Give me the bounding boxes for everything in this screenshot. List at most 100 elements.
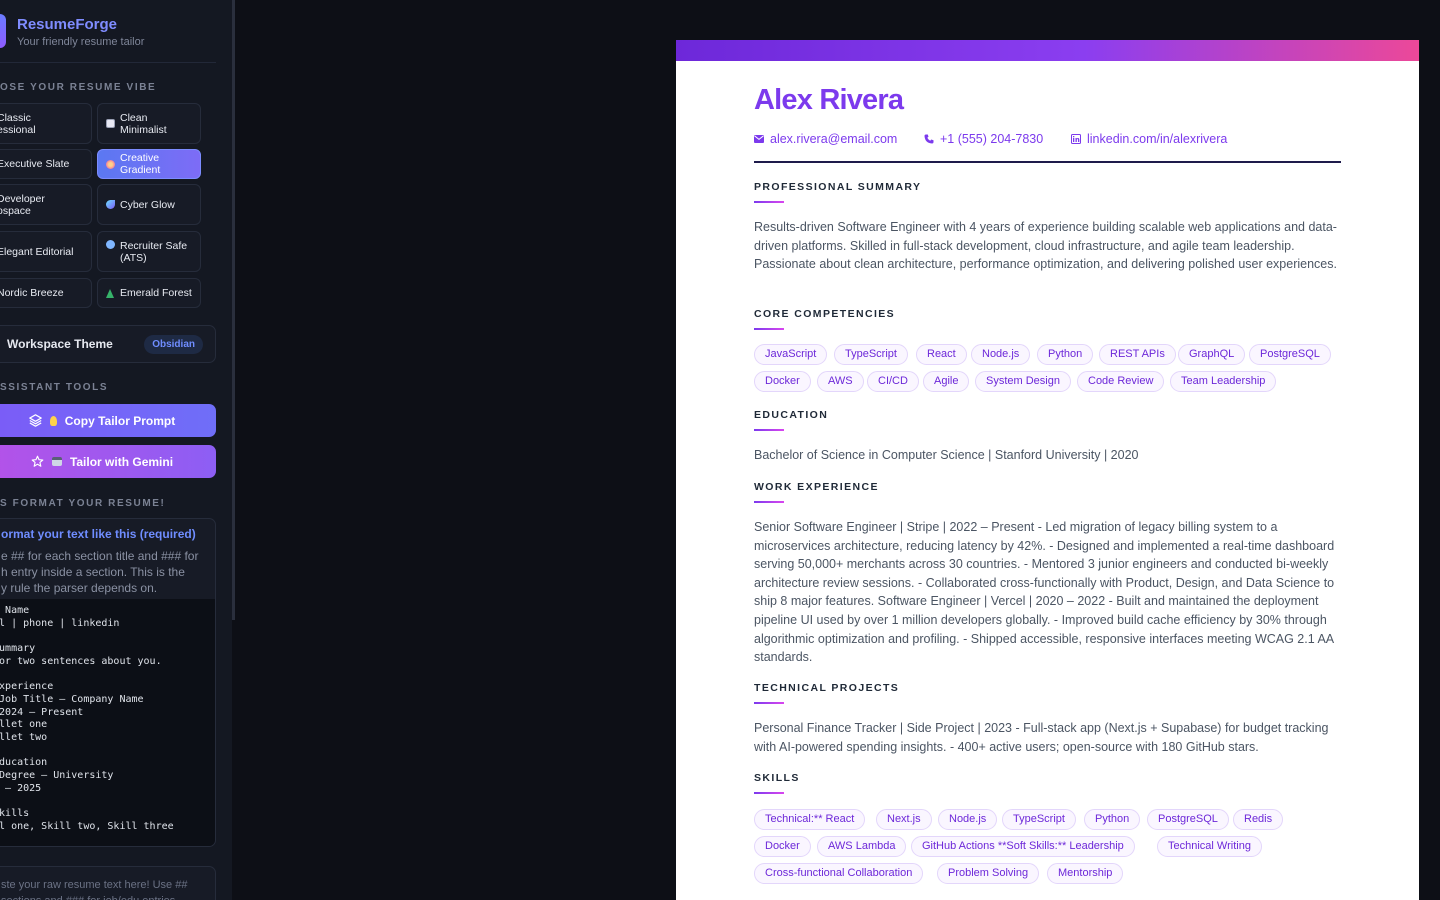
summary-text: Results-driven Software Engineer with 4 …	[754, 220, 1337, 272]
vibe-cyber-glow[interactable]: Cyber Glow	[97, 184, 201, 225]
tree-icon	[106, 288, 114, 298]
lightbulb-icon	[49, 415, 57, 426]
vibe-section-label: OSE YOUR RESUME VIBE	[0, 82, 157, 93]
competency-chip: JavaScript	[754, 344, 828, 365]
competency-chip: PostgreSQL	[1249, 344, 1331, 365]
skill-chip: Mentorship	[1047, 863, 1124, 884]
vibe-label: Recruiter Safe (ATS)	[120, 239, 188, 264]
work-underline	[754, 501, 784, 503]
competency-chip: GraphQL	[1178, 344, 1246, 365]
vibe-label: Developer ospace	[0, 192, 45, 217]
competency-chip: TypeScript	[834, 344, 908, 365]
vibe-emerald-forest[interactable]: Emerald Forest	[97, 278, 201, 308]
linkedin-icon	[1071, 134, 1081, 144]
work-heading: WORK EXPERIENCE	[754, 481, 879, 493]
header-rule	[754, 161, 1341, 163]
app-logo	[0, 14, 6, 48]
phone-icon	[924, 134, 934, 144]
summary-heading: PROFESSIONAL SUMMARY	[754, 181, 922, 193]
vibe-label: Creative Gradient	[120, 152, 161, 176]
competency-chip: Code Review	[1077, 371, 1165, 392]
palette-icon	[106, 159, 115, 169]
skill-chip: AWS Lambda	[817, 836, 907, 857]
format-example-code: ur Name ail | phone | linkedin Summary e…	[0, 599, 215, 846]
layers-icon	[28, 414, 42, 427]
summary-underline	[754, 201, 784, 203]
tools-section-label: SSISTANT TOOLS	[0, 382, 109, 393]
vibe-creative-gradient[interactable]: Creative Gradient	[97, 149, 201, 179]
phone-text: +1 (555) 204-7830	[940, 132, 1044, 146]
competency-chip: Docker	[754, 371, 811, 392]
skill-chip: Node.js	[938, 809, 998, 830]
competency-chip: Team Leadership	[1170, 371, 1277, 392]
vibe-label: Clean Minimalist	[120, 111, 167, 136]
skill-chip: Problem Solving	[937, 863, 1040, 884]
skill-chip: Redis	[1233, 809, 1284, 830]
contact-phone[interactable]: +1 (555) 204-7830	[924, 132, 1043, 146]
skill-chip: Python	[1084, 809, 1141, 830]
divider	[0, 62, 216, 63]
format-guide-title: ormat your text like this (required)	[1, 527, 196, 541]
competency-chip: React	[916, 344, 967, 365]
projects-text: Personal Finance Tracker | Side Project …	[754, 721, 1329, 754]
resume-preview: Alex Rivera alex.rivera@email.com +1 (55…	[676, 40, 1419, 900]
education-text: Bachelor of Science in Computer Science …	[754, 448, 1139, 462]
competencies-underline	[754, 328, 784, 330]
contact-linkedin[interactable]: linkedin.com/in/alexrivera	[1071, 132, 1227, 146]
sidebar-scrollbar[interactable]	[232, 0, 235, 620]
skills-underline	[754, 792, 784, 794]
vibe-label: Elegant Editorial	[0, 245, 74, 258]
skill-chip: Technical Writing	[1157, 836, 1262, 857]
competencies-heading: CORE COMPETENCIES	[754, 308, 896, 320]
app-name: ResumeForge	[17, 16, 118, 33]
vibe-recruiter-safe[interactable]: Recruiter Safe (ATS)	[97, 231, 201, 272]
work-text: Senior Software Engineer | Stripe | 2022…	[754, 520, 1335, 665]
format-section-label: S FORMAT YOUR RESUME!	[0, 498, 166, 509]
vibe-label: Cyber Glow	[120, 198, 175, 211]
vibe-label: Nordic Breeze	[0, 287, 64, 299]
contact-email[interactable]: alex.rivera@email.com	[754, 132, 897, 146]
vibe-executive-slate[interactable]: Executive Slate	[0, 149, 92, 179]
skill-chip: Next.js	[876, 809, 932, 830]
vibe-nordic-breeze[interactable]: Nordic Breeze	[0, 278, 92, 308]
tailor-with-gemini-button[interactable]: Tailor with Gemini	[0, 445, 216, 478]
competency-chip: Agile	[923, 371, 970, 392]
robot-icon	[51, 457, 62, 466]
vibe-clean-minimalist[interactable]: Clean Minimalist	[97, 103, 201, 144]
skills-heading: SKILLS	[754, 772, 800, 784]
tailor-with-gemini-label: Tailor with Gemini	[69, 454, 174, 469]
gradient-header-bar	[676, 40, 1419, 61]
competency-chip: REST APIs	[1099, 344, 1176, 365]
competency-chip: Python	[1037, 344, 1094, 365]
skill-chip: PostgreSQL	[1147, 809, 1229, 830]
competency-chip: AWS	[817, 371, 864, 392]
vibe-label: Classic essional	[0, 111, 36, 136]
linkedin-text: linkedin.com/in/alexrivera	[1087, 132, 1228, 146]
resume-paste-textarea[interactable]: ste your raw resume text here! Use ## se…	[0, 866, 216, 900]
skill-chip: TypeScript	[1002, 809, 1076, 830]
vibe-label: Executive Slate	[0, 158, 70, 170]
format-guide: ormat your text like this (required) e #…	[0, 518, 216, 847]
competency-chip: CI/CD	[867, 371, 919, 392]
education-heading: EDUCATION	[754, 409, 829, 421]
vibe-elegant-editorial[interactable]: Elegant Editorial	[0, 231, 92, 272]
copy-tailor-prompt-label: Copy Tailor Prompt	[64, 413, 176, 428]
projects-underline	[754, 702, 784, 704]
comet-icon	[106, 200, 115, 209]
competency-chip: Node.js	[971, 344, 1031, 365]
workspace-theme-selector[interactable]: Workspace Theme Obsidian	[0, 325, 216, 363]
format-guide-description: e ## for each section title and ### for …	[1, 549, 199, 595]
candidate-name: Alex Rivera	[754, 84, 904, 116]
theme-label: Workspace Theme	[7, 337, 113, 351]
skill-chip: Docker	[754, 836, 811, 857]
copy-tailor-prompt-button[interactable]: Copy Tailor Prompt	[0, 404, 216, 437]
star-icon	[31, 455, 44, 467]
app-tagline: Your friendly resume tailor	[17, 36, 145, 48]
skill-chip: Technical:** React	[754, 809, 866, 830]
vibe-developer-workspace[interactable]: Developer ospace	[0, 184, 92, 225]
sidebar: ResumeForge Your friendly resume tailor …	[0, 0, 232, 900]
skill-chip: Cross-functional Collaboration	[754, 863, 924, 884]
vibe-label: Emerald Forest	[120, 287, 192, 299]
email-text: alex.rivera@email.com	[770, 132, 898, 146]
vibe-classic-professional[interactable]: Classic essional	[0, 103, 92, 144]
